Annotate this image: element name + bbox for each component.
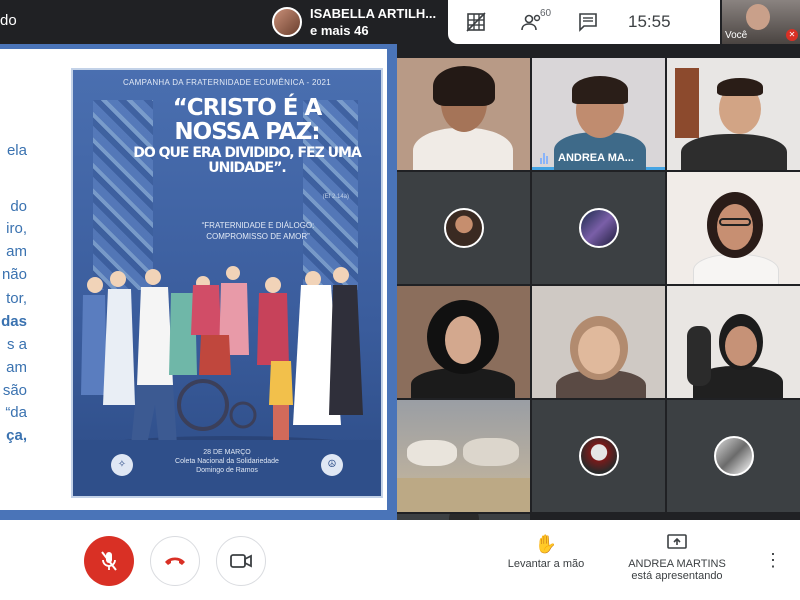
side-text-line: do bbox=[10, 198, 27, 215]
top-controls: 60 15:55 bbox=[448, 0, 720, 44]
layout-grid-icon[interactable] bbox=[448, 0, 504, 44]
poster-quote-main: “CRISTO É A NOSSA PAZ: bbox=[172, 95, 323, 145]
participant-tile[interactable] bbox=[397, 400, 530, 512]
meeting-title-fragment: do bbox=[0, 12, 17, 29]
participants-count: 60 bbox=[540, 8, 552, 19]
more-options-icon[interactable]: ⋮ bbox=[764, 550, 782, 571]
self-view-tile[interactable]: Você ✕ bbox=[722, 0, 800, 44]
participant-tile[interactable] bbox=[532, 400, 665, 512]
camera-toggle-button[interactable] bbox=[216, 536, 266, 586]
participant-tile[interactable] bbox=[397, 172, 530, 284]
poster-quote: “CRISTO É A NOSSA PAZ: DO QUE ERA DIVIDI… bbox=[133, 95, 362, 176]
poster-campaign: CAMPANHA DA FRATERNIDADE ECUMÊNICA - 202… bbox=[122, 78, 332, 87]
presenter-avatar bbox=[272, 7, 302, 37]
chat-icon[interactable] bbox=[560, 0, 616, 44]
clock: 15:55 bbox=[628, 12, 671, 31]
presenter-status-text: está apresentando bbox=[631, 570, 723, 582]
presenter-name: ISABELLA ARTILH... bbox=[310, 6, 437, 21]
raise-hand-label: Levantar a mão bbox=[507, 558, 585, 570]
poster-reference: (Ef 2.14a) bbox=[322, 194, 349, 200]
poster-quote-sub: DO QUE ERA DIVIDIDO, FEZ UMA UNIDADE”. bbox=[133, 145, 362, 176]
raise-hand-button[interactable]: ✋ Levantar a mão bbox=[498, 534, 594, 570]
side-text-line: am bbox=[6, 359, 27, 376]
poster-subtitle: “FRATERNIDADE E DIÁLOGO: COMPROMISSO DE … bbox=[201, 221, 315, 241]
side-text-line: s a bbox=[6, 336, 27, 353]
participant-tile[interactable] bbox=[667, 172, 800, 284]
self-face bbox=[746, 4, 770, 30]
people-illustration bbox=[79, 266, 379, 464]
participant-tile[interactable] bbox=[397, 58, 530, 170]
mic-off-icon: ✕ bbox=[786, 29, 798, 41]
hang-up-button[interactable] bbox=[150, 536, 200, 586]
poster-footer: ✧ 28 DE MARÇO Coleta Nacional da Solidar… bbox=[73, 440, 381, 496]
mic-toggle-button[interactable] bbox=[84, 536, 134, 586]
side-text-line: iro, bbox=[6, 220, 27, 237]
ecumenical-logo-icon: ☮ bbox=[321, 454, 343, 476]
side-text-line: não bbox=[1, 266, 27, 283]
top-bar: do ISABELLA ARTILH... e mais 46 60 15:55… bbox=[0, 0, 800, 44]
side-text-line: ça, bbox=[6, 427, 27, 444]
participant-avatar bbox=[578, 436, 619, 476]
campaign-logo-icon: ✧ bbox=[111, 454, 133, 476]
side-text-line: “da bbox=[5, 404, 27, 421]
participant-grid: ANDREA MA... bbox=[397, 58, 800, 520]
side-text-line: das bbox=[1, 313, 27, 330]
side-text-line: tor, bbox=[6, 290, 27, 307]
presenter-status[interactable]: ANDREA MARTINS está apresentando bbox=[620, 534, 734, 582]
self-label: Você bbox=[725, 30, 748, 41]
phone-hangup-icon bbox=[165, 557, 185, 565]
presenter-status-name: ANDREA MARTINS bbox=[628, 558, 726, 570]
mic-off-icon bbox=[101, 551, 117, 571]
participant-avatar bbox=[443, 208, 484, 248]
presentation-area: ela do iro, am não tor, das s a am são “… bbox=[0, 44, 397, 520]
participant-tile-speaking[interactable]: ANDREA MA... bbox=[532, 58, 665, 170]
participant-avatar bbox=[713, 436, 754, 476]
participants-button[interactable]: 60 bbox=[504, 0, 560, 44]
presenter-chip[interactable]: ISABELLA ARTILH... e mais 46 bbox=[268, 2, 448, 42]
control-bar: ✋ Levantar a mão ANDREA MARTINS está apr… bbox=[0, 520, 800, 600]
participant-tile[interactable] bbox=[532, 286, 665, 398]
audio-level-icon bbox=[540, 152, 552, 164]
participant-tile[interactable] bbox=[667, 286, 800, 398]
meeting-main: ela do iro, am não tor, das s a am são “… bbox=[0, 44, 800, 520]
campaign-poster: CAMPANHA DA FRATERNIDADE ECUMÊNICA - 202… bbox=[71, 68, 383, 498]
participant-tile[interactable] bbox=[667, 400, 800, 512]
participant-tile[interactable] bbox=[532, 172, 665, 284]
presenter-others: e mais 46 bbox=[310, 23, 369, 38]
speaker-name-label: ANDREA MA... bbox=[540, 152, 634, 164]
participant-avatar bbox=[578, 208, 619, 248]
side-text-line: ela bbox=[6, 142, 27, 159]
camera-icon bbox=[230, 554, 252, 568]
hand-icon: ✋ bbox=[534, 534, 558, 554]
participant-tile[interactable] bbox=[397, 286, 530, 398]
present-screen-icon bbox=[620, 534, 734, 558]
participant-tile[interactable] bbox=[667, 58, 800, 170]
side-text-line: am bbox=[6, 243, 27, 260]
side-text-line: são bbox=[2, 382, 27, 399]
